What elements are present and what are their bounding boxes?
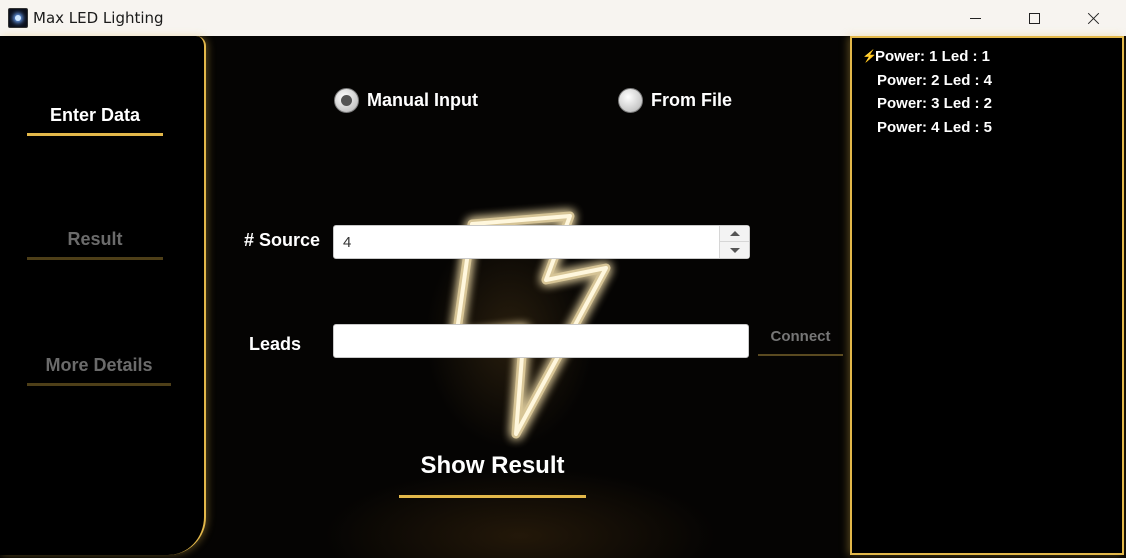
from-file-radio[interactable]: From File — [618, 88, 732, 113]
underline — [27, 383, 171, 386]
lightning-icon: ⚡ — [862, 49, 877, 63]
sidebar-item-result[interactable]: Result — [27, 229, 163, 260]
window-title: Max LED Lighting — [33, 9, 164, 27]
maximize-button[interactable] — [1005, 0, 1063, 36]
show-result-label: Show Result — [420, 452, 565, 479]
close-icon — [1087, 12, 1100, 25]
sidebar-item-label: Enter Data — [49, 105, 141, 125]
chevron-down-icon — [729, 247, 740, 253]
output-line: Power: 4 Led : 5 — [862, 116, 1122, 140]
output-panel: ⚡ Power: 1 Led : 1 Power: 2 Led : 4 Powe… — [850, 36, 1124, 555]
decrement-button[interactable] — [720, 242, 749, 258]
source-label: # Source — [244, 230, 321, 250]
radio-button[interactable] — [618, 88, 643, 113]
output-text: Power: 2 Led : 4 — [877, 71, 993, 89]
leads-input[interactable] — [333, 324, 749, 358]
underline — [399, 495, 586, 498]
leads-label: Leads — [249, 334, 302, 354]
radio-button-selected[interactable] — [334, 88, 359, 113]
show-result-button[interactable]: Show Result — [399, 452, 586, 498]
minimize-button[interactable] — [946, 0, 1004, 36]
source-spinbox[interactable] — [333, 225, 750, 259]
chevron-up-icon — [729, 231, 740, 236]
radio-dot — [341, 95, 352, 106]
maximize-icon — [1028, 12, 1040, 24]
sidebar-item-label: Result — [67, 229, 123, 249]
output-text: Power: 1 Led : 1 — [875, 48, 991, 65]
output-text: Power: 4 Led : 5 — [877, 118, 993, 136]
output-line: Power: 3 Led : 2 — [862, 92, 1122, 116]
connect-label: Connect — [770, 328, 831, 345]
title-bar: Max LED Lighting — [0, 0, 1126, 36]
underline — [27, 257, 163, 260]
sidebar-item-enter-data[interactable]: Enter Data — [27, 105, 163, 136]
source-input[interactable] — [334, 226, 719, 258]
output-text: Power: 3 Led : 2 — [877, 95, 993, 112]
minimize-icon — [969, 17, 981, 19]
sidebar-item-label: More Details — [45, 355, 153, 375]
sidebar-item-more-details[interactable]: More Details — [27, 355, 171, 386]
spin-buttons — [719, 226, 749, 258]
radio-label: From File — [651, 90, 733, 110]
close-button[interactable] — [1064, 0, 1122, 36]
radio-label: Manual Input — [367, 90, 478, 110]
output-line: ⚡ Power: 1 Led : 1 — [862, 45, 1122, 69]
connect-button[interactable]: Connect — [758, 322, 843, 356]
manual-input-radio[interactable]: Manual Input — [334, 88, 478, 113]
underline — [758, 354, 843, 356]
app-icon — [8, 8, 28, 28]
output-line: Power: 2 Led : 4 — [862, 69, 1122, 93]
increment-button[interactable] — [720, 226, 749, 242]
active-underline — [27, 133, 163, 136]
